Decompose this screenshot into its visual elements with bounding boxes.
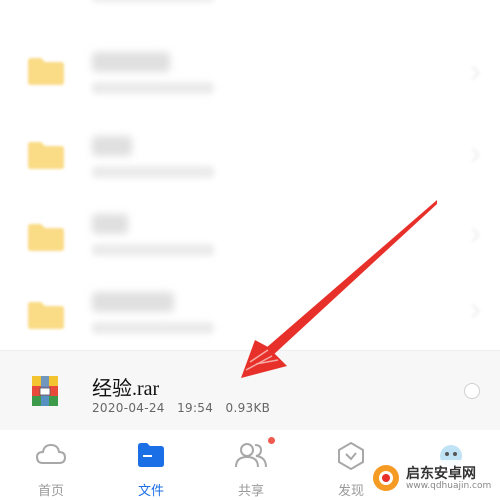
blurred-meta [92,244,214,256]
tab-files[interactable]: 文件 [101,430,201,500]
tab-home[interactable]: 首页 [1,430,101,500]
folder-icon [26,300,66,330]
notification-badge [268,437,275,444]
blurred-folder-name [92,52,170,72]
blurred-meta [92,166,214,178]
chevron-right-icon [465,147,481,163]
blurred-meta [92,82,214,94]
watermark-logo-icon [372,464,400,496]
blurred-meta [92,0,214,2]
tab-label: 首页 [37,484,64,499]
people-icon [234,442,268,472]
select-radio[interactable] [464,383,480,399]
file-time: 19:54 [177,401,214,415]
file-list [0,0,500,350]
tab-label: 文件 [137,484,164,499]
folder-icon [26,140,66,170]
file-size: 0.93KB [225,401,271,415]
blurred-folder-name [92,214,128,234]
watermark-text: 启东安卓网 [406,466,476,482]
blurred-folder-name [92,292,174,312]
chevron-right-icon [465,65,481,81]
tab-share[interactable]: 共享 [201,430,301,500]
archive-file-icon [32,376,58,410]
blurred-meta [92,322,214,334]
folder-icon [26,56,66,86]
watermark-url: www.qdhuajin.com [406,481,492,491]
file-date: 2020-04-24 [92,401,165,415]
cloud-icon [35,442,67,470]
list-item[interactable] [0,108,500,194]
list-item[interactable] [0,192,500,278]
blurred-folder-name [92,136,132,156]
file-name: 经验.rar [92,378,160,400]
file-meta: 2020-04-24 19:54 0.93KB [92,401,270,415]
compass-icon [337,441,365,474]
chevron-right-icon [465,227,481,243]
folder-icon [137,442,165,472]
rar-file-row[interactable] [0,350,500,431]
list-item[interactable] [0,20,500,106]
watermark: 启东安卓网 www.qdhuajin.com [366,460,496,496]
folder-icon [26,222,66,252]
tab-label: 共享 [237,484,264,499]
chevron-right-icon [465,303,481,319]
